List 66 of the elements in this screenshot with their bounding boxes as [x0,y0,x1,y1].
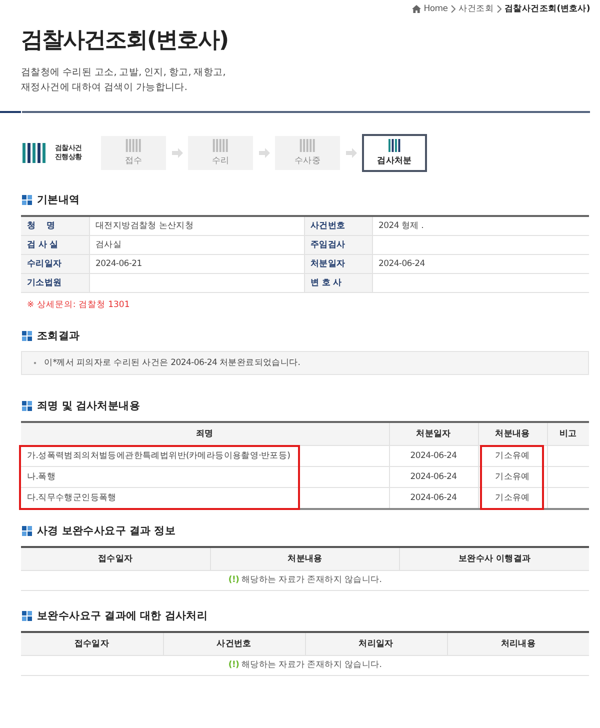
table-cell: 가.성폭력범죄의처벌등에관한특례법위반(카메라등이용촬영·반포등) [27,450,290,462]
column-header: 접수일자 [21,632,163,655]
table-cell: 2024-06-24 [410,450,457,460]
section-icon [22,194,32,204]
field-label: 검 사 실 [27,240,58,250]
section-icon [22,610,32,620]
empty-message: (!) 해당하는 자료가 존재하지 않습니다. [228,575,382,585]
section-icon [22,400,32,410]
arrow-icon [346,148,356,158]
column-header: 사건번호 [163,632,305,655]
chevron-icon [496,5,502,13]
chevron-icon [450,5,456,13]
table-cell: 2024-06-24 [410,492,457,502]
home-icon [412,5,421,13]
empty-message: (!) 해당하는 자료가 존재하지 않습니다. [228,660,382,670]
field-label: 수리일자 [27,258,62,268]
table-cell: 다.직무수행군인등폭행 [27,492,116,504]
column-header: 접수일자 [21,546,210,570]
field-label: 청 명 [27,220,56,230]
column-header: 처리일자 [305,632,447,655]
progress-step: 접수 [101,136,166,170]
progress-step: 수사중 [275,136,340,170]
arrow-icon [258,148,270,158]
bars-icon [210,138,230,152]
column-header: 처분일자 [389,422,478,445]
column-header: 처리내용 [447,632,589,655]
field-value: 2024-06-24 [378,258,425,268]
column-header: 보완수사 이행결과 [400,546,589,570]
breadcrumb-link[interactable]: 사건조회 [458,3,494,15]
page-title: 검찰사건조회(변호사) [21,27,230,55]
field-value: 대전지방검찰청 논산지청 [96,220,194,230]
field-label: 변 호 사 [310,278,342,288]
field-label: 처분일자 [310,258,346,268]
column-header: 죄명 [21,422,389,445]
field-value: 2024-06-21 [96,258,142,268]
description-text: 검찰청에 수리된 고소, 고발, 인지, 항고, 재항고, [21,66,227,80]
column-header: 처분내용 [478,422,547,445]
field-label: 사건번호 [310,220,346,230]
column-header: 처분내용 [210,546,400,570]
progress-step: 수리 [188,136,253,170]
breadcrumb-link[interactable]: Home [424,4,448,14]
progress-step: 검사처분 [362,134,427,172]
section-icon [22,526,32,536]
bars-icon [298,138,318,152]
contact-note: ※ 상세문의: 검찰청 1301 [27,298,131,310]
field-label: 기소법원 [27,278,62,288]
description-text: 재정사건에 대하여 검색이 가능합니다. [21,81,188,95]
table-cell: 나.폭행 [27,470,56,482]
arrow-icon [172,148,182,158]
result-message: 이*께서 피의자로 수리된 사건은 2024-06-24 처분완료되었습니다. [44,356,300,368]
section-title: 죄명 및 검사처분내용 [37,398,140,412]
field-value: 2024 형제 . [378,220,424,230]
table-cell: 기소유예 [495,470,530,482]
breadcrumb-current: 검찰사건조회(변호사) [504,3,590,15]
column-header: 비고 [547,422,589,445]
section-title: 사경 보완수사요구 결과 정보 [37,524,176,538]
table-cell: 기소유예 [495,450,530,462]
table-cell: 기소유예 [495,492,530,504]
section-title: 보완수사요구 결과에 대한 검사처리 [37,608,208,622]
bars-icon [124,138,144,152]
table-cell: 2024-06-24 [410,472,457,482]
section-icon [22,330,32,340]
section-title: 기본내역 [37,192,80,206]
section-title: 조회결과 [37,328,80,342]
field-value: 검사실 [96,240,122,250]
field-label: 주임검사 [310,240,346,250]
